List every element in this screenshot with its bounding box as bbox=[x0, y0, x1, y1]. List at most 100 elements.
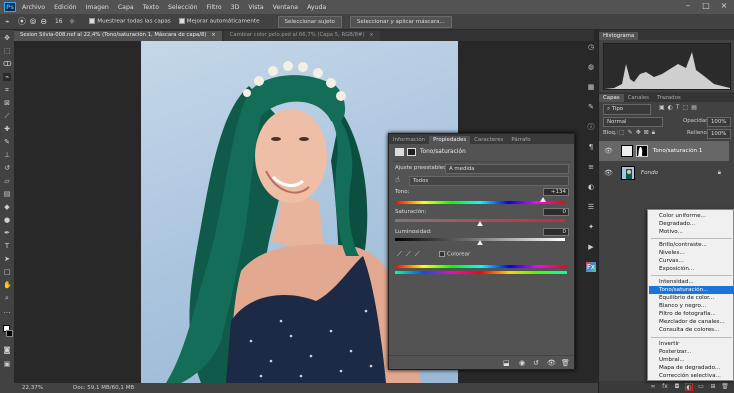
more-tools-icon[interactable]: … bbox=[3, 307, 11, 315]
menu-item-black-white[interactable]: Blanco y negro... bbox=[649, 302, 734, 310]
panel-strip-info-icon[interactable]: ⓘ bbox=[586, 122, 596, 132]
menu-item-photo-filter[interactable]: Filtro de fotografía... bbox=[649, 310, 734, 318]
zoom-tool-icon[interactable]: ⌕ bbox=[3, 294, 11, 302]
menu-item-selective-color[interactable]: Corrección selectiva... bbox=[649, 372, 734, 380]
panel-strip-paragraph-icon[interactable]: ≡ bbox=[586, 162, 596, 172]
menu-item-posterize[interactable]: Posterizar... bbox=[649, 348, 734, 356]
menu-item-gradient[interactable]: Degradado... bbox=[649, 220, 734, 228]
history-brush-icon[interactable]: ↺ bbox=[3, 164, 11, 172]
saturation-value-field[interactable]: 0 bbox=[543, 208, 569, 216]
quick-selection-tool-icon[interactable]: ⌁ bbox=[5, 17, 10, 26]
select-and-mask-button[interactable]: Seleccionar y aplicar máscara... bbox=[349, 15, 452, 28]
clip-to-layer-icon[interactable]: ⬓ bbox=[503, 359, 510, 367]
move-tool-icon[interactable]: ✥ bbox=[3, 34, 11, 42]
mask-mode-icon[interactable] bbox=[407, 148, 416, 156]
saturation-slider-thumb[interactable] bbox=[477, 221, 483, 226]
healing-brush-icon[interactable]: ✚ bbox=[3, 125, 11, 133]
panel-strip-adjust-icon[interactable]: ◐ bbox=[586, 182, 596, 192]
view-previous-icon[interactable]: ◉ bbox=[519, 359, 525, 367]
add-mask-icon[interactable]: ◘ bbox=[673, 383, 681, 391]
layer-filter-icons[interactable]: ▣◐T⬚▤ bbox=[659, 104, 700, 111]
quick-mask-icon[interactable]: ◙ bbox=[3, 346, 11, 354]
tab-histogram[interactable]: Histograma bbox=[599, 32, 639, 40]
reset-icon[interactable]: ↺ bbox=[533, 359, 539, 367]
menu-ayuda[interactable]: Ayuda bbox=[307, 4, 326, 11]
opacity-field[interactable]: 100% bbox=[707, 117, 731, 127]
menu-item-threshold[interactable]: Umbral... bbox=[649, 356, 734, 364]
visibility-eye-icon[interactable]: 👁︎ bbox=[604, 169, 613, 177]
layer-row-background[interactable]: 👁︎ Fondo 🔒︎ bbox=[599, 163, 729, 183]
channel-select[interactable]: Todos bbox=[409, 176, 569, 186]
menu-item-invert[interactable]: Invertir bbox=[649, 340, 734, 348]
tab-layers[interactable]: Capas bbox=[599, 94, 624, 102]
menu-item-channel-mixer[interactable]: Mezclador de canales... bbox=[649, 318, 734, 326]
menu-texto[interactable]: Texto bbox=[143, 4, 159, 11]
brush-subtract-icon[interactable]: ⊖ bbox=[40, 17, 47, 26]
eyedropper-tool-icon[interactable]: ⟋ bbox=[3, 112, 11, 120]
menu-edicion[interactable]: Edición bbox=[54, 4, 76, 11]
menu-seleccion[interactable]: Selección bbox=[168, 4, 198, 11]
panel-strip-color-icon[interactable]: ◍ bbox=[586, 62, 596, 72]
menu-capa[interactable]: Capa bbox=[118, 4, 134, 11]
crop-tool-icon[interactable]: ⌗ bbox=[3, 86, 11, 94]
new-layer-icon[interactable]: ⊞ bbox=[709, 383, 717, 391]
panel-strip-history-icon[interactable]: ◷ bbox=[586, 42, 596, 52]
menu-vista[interactable]: Vista bbox=[248, 4, 263, 11]
panel-strip-swatches-icon[interactable]: ▦ bbox=[586, 82, 596, 92]
panel-strip-styles-icon[interactable]: ✦ bbox=[586, 222, 596, 232]
menu-item-exposure[interactable]: Exposición... bbox=[649, 265, 734, 273]
menu-3d[interactable]: 3D bbox=[231, 4, 240, 11]
minimize-icon[interactable]: – bbox=[682, 1, 694, 12]
menu-item-color-lookup[interactable]: Consulta de colores... bbox=[649, 326, 734, 334]
layer-row-adjustment[interactable]: 👁︎ Tono/saturación 1 bbox=[599, 141, 729, 161]
tab-channels[interactable]: Canales bbox=[624, 94, 653, 102]
brush-new-icon[interactable]: ⦿ bbox=[18, 16, 26, 27]
menu-item-pattern[interactable]: Motivo... bbox=[649, 228, 734, 236]
auto-enhance-checkbox[interactable]: Mejorar automáticamente bbox=[178, 18, 260, 25]
fill-field[interactable]: 100% bbox=[707, 129, 731, 139]
eraser-tool-icon[interactable]: ▱ bbox=[3, 177, 11, 185]
zoom-level[interactable]: 22,37% bbox=[22, 385, 43, 391]
gradient-tool-icon[interactable]: ▤ bbox=[3, 190, 11, 198]
document-tab[interactable]: Cambiar color pelo.psd al 66,7% (Capa 5,… bbox=[223, 31, 380, 41]
panel-strip-glyphs-icon[interactable]: ¶ bbox=[586, 142, 596, 152]
delete-icon[interactable]: 🗑︎ bbox=[561, 359, 570, 367]
layer-kind-filter[interactable]: ⌕ Tipo bbox=[603, 104, 651, 115]
menu-filtro[interactable]: Filtro bbox=[207, 4, 222, 11]
brush-size-value[interactable]: 16 bbox=[55, 18, 63, 25]
delete-layer-icon[interactable]: 🗑︎ bbox=[721, 383, 729, 391]
menu-item-curves[interactable]: Curvas... bbox=[649, 257, 734, 265]
panel-strip-actions-icon[interactable]: ▶ bbox=[586, 242, 596, 252]
visibility-eye-icon[interactable]: 👁︎ bbox=[604, 147, 613, 155]
menu-item-levels[interactable]: Niveles... bbox=[649, 249, 734, 257]
screen-mode-icon[interactable]: ▣ bbox=[3, 360, 11, 368]
hue-value-field[interactable]: +134 bbox=[543, 188, 569, 196]
brush-tool-icon[interactable]: ✎ bbox=[3, 138, 11, 146]
lightness-value-field[interactable]: 0 bbox=[543, 228, 569, 236]
tab-paths[interactable]: Trazados bbox=[653, 94, 685, 102]
frame-tool-icon[interactable]: ⊠ bbox=[3, 99, 11, 107]
close-tab-icon[interactable]: × bbox=[369, 32, 373, 38]
tab-paragraph[interactable]: Párrafo bbox=[507, 136, 534, 144]
new-adjustment-layer-icon[interactable]: ◐ bbox=[685, 383, 693, 391]
menu-item-vibrance[interactable]: Intensidad... bbox=[649, 278, 734, 286]
brush-angle-icon[interactable]: ✧ bbox=[69, 17, 76, 26]
rectangle-tool-icon[interactable]: □ bbox=[3, 268, 11, 276]
dodge-tool-icon[interactable]: ● bbox=[3, 216, 11, 224]
hue-slider-thumb[interactable] bbox=[540, 197, 547, 202]
panel-strip-libraries-icon[interactable]: ☰ bbox=[586, 202, 596, 212]
quick-selection-tool-icon[interactable]: ⌁ bbox=[3, 73, 11, 81]
visibility-eye-icon[interactable]: 👁︎ bbox=[547, 359, 556, 367]
menu-imagen[interactable]: Imagen bbox=[86, 4, 109, 11]
blur-tool-icon[interactable]: ◆ bbox=[3, 203, 11, 211]
layer-mask-thumbnail[interactable] bbox=[635, 145, 648, 157]
close-icon[interactable]: × bbox=[718, 1, 730, 12]
clone-stamp-icon[interactable]: ⊥ bbox=[3, 151, 11, 159]
maximize-icon[interactable]: □ bbox=[700, 1, 712, 12]
lasso-tool-icon[interactable]: ↀ bbox=[3, 60, 12, 68]
background-color-swatch[interactable] bbox=[6, 330, 13, 337]
link-layers-icon[interactable]: ∞ bbox=[649, 383, 657, 391]
brush-add-icon[interactable]: ⦾ bbox=[30, 17, 36, 27]
target-adjust-hand-icon[interactable]: ☝ bbox=[395, 175, 400, 184]
close-tab-icon[interactable]: × bbox=[211, 32, 215, 38]
